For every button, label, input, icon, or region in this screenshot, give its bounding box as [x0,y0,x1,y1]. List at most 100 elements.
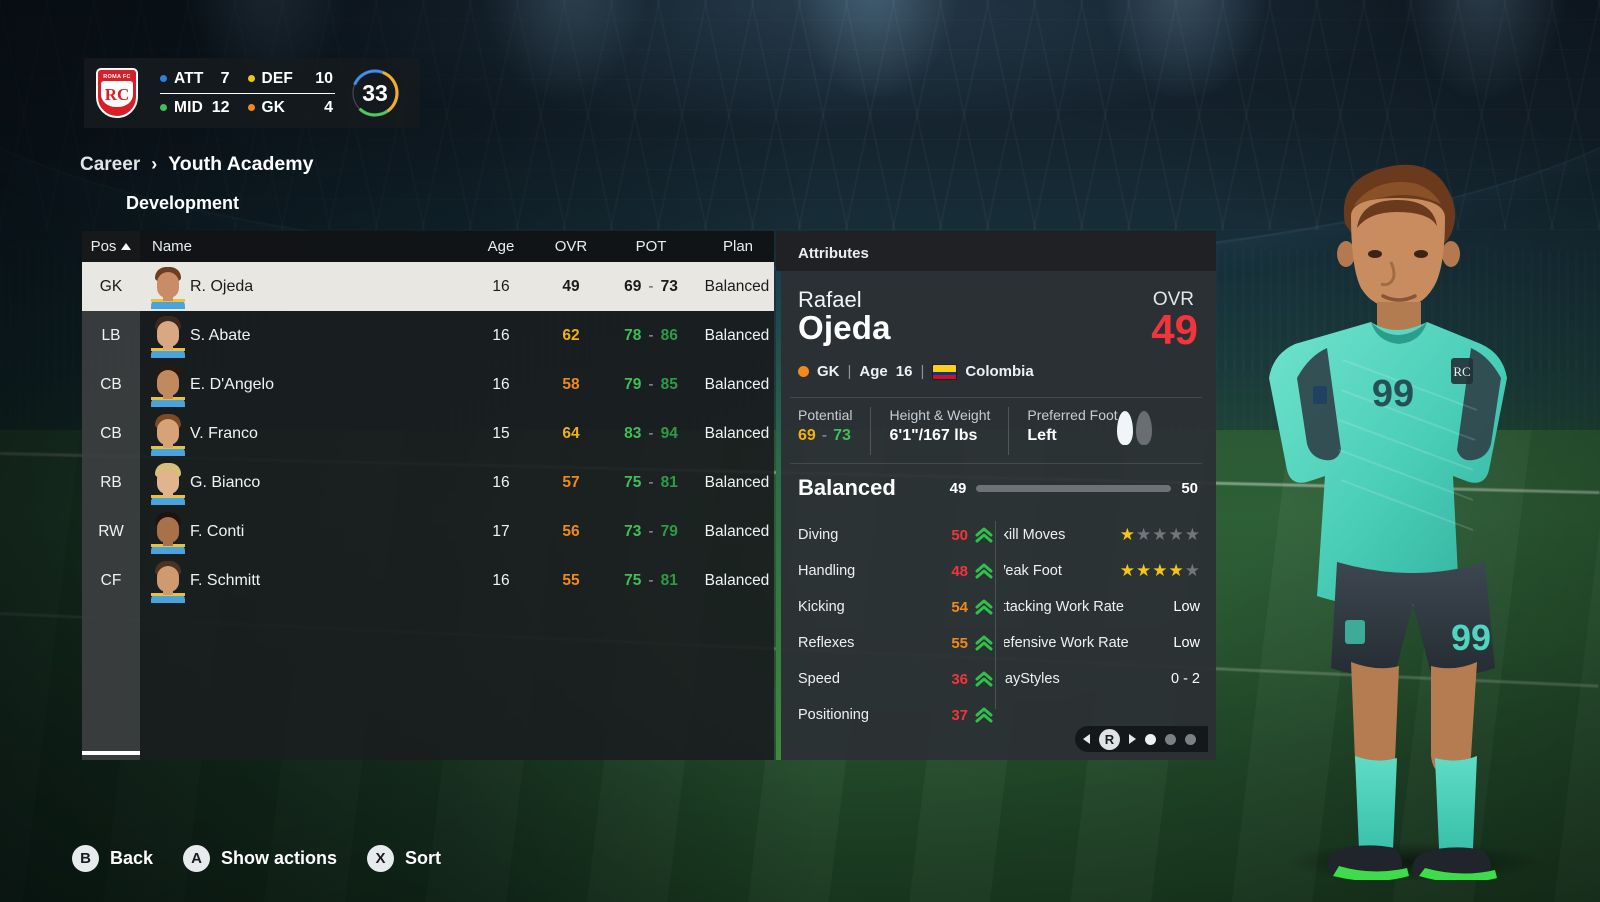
height-weight-label: Height & Weight [889,407,991,423]
panel-divider [790,463,1202,464]
table-row[interactable]: RW F. Conti 17 56 73-79 Balanced [82,507,774,556]
attribute-row: Reflexes 55 [798,625,994,661]
department-gk: GK 4 [247,95,336,121]
button-x-icon: X [367,845,395,872]
crest-club-name: ROMA FC [103,74,131,80]
star-rating: ★ ★ ★ ★ ★ [1120,561,1200,581]
potential-value: 69 - 73 [798,427,852,445]
panel-divider [790,397,1202,398]
player-info-row: Potential 69 - 73 Height & Weight 6'1"/1… [798,407,1198,455]
department-mid: MID 12 [160,95,248,121]
potential-low: 69 [624,277,642,295]
column-header-ovr[interactable]: OVR [542,231,600,262]
attribute-row: Defensive Work Rate Low [1004,625,1200,661]
player-meta-line: GK | Age 16 | Colombia [798,363,1034,380]
column-header-plan[interactable]: Plan [702,231,774,262]
star-icon: ★ [1136,525,1152,544]
cell-player-name: F. Conti [190,522,245,540]
column-header-pos[interactable]: Pos [82,231,140,262]
cell-position: CB [100,375,122,393]
breadcrumb-career[interactable]: Career [80,154,140,176]
cell-potential: 83-94 [610,409,692,458]
attribute-label: PlayStyles [1004,671,1060,687]
attribute-row: PlayStyles 0 - 2 [1004,661,1200,697]
svg-text:99: 99 [1372,373,1414,415]
button-a-icon: A [183,845,211,872]
plan-target-value: 50 [1181,479,1198,497]
potential-low: 83 [624,424,642,442]
trend-up-double-icon [968,526,994,544]
cell-age: 16 [492,375,510,393]
att-label: ATT [174,69,204,87]
potential-high: 86 [660,326,678,344]
player-position: GK [817,363,840,380]
attribute-label: Skill Moves [1004,527,1066,543]
table-row[interactable]: CB E. D'Angelo 16 58 79-85 Balanced [82,360,774,409]
player-age-label: Age [859,363,888,380]
attribute-value: 36 [951,670,968,688]
chevron-left-icon[interactable] [1083,734,1090,744]
table-row[interactable]: CF F. Schmitt 16 55 75-81 Balanced [82,556,774,605]
cell-age: 17 [492,522,510,540]
attribute-value: Low [1173,599,1200,615]
table-row[interactable]: GK R. Ojeda 16 49 69-73 Balanced [82,262,774,311]
cell-plan: Balanced [704,375,770,393]
cell-position: LB [101,326,121,344]
table-row[interactable]: CB V. Franco 15 64 83-94 Balanced [82,409,774,458]
meta-separator: | [920,363,925,380]
cell-age: 16 [492,473,510,491]
column-header-name[interactable]: Name [152,231,192,262]
development-plan-row[interactable]: Balanced 49 50 [798,473,1198,503]
attribute-label: Defensive Work Rate [1004,635,1129,651]
plan-current-value: 49 [949,479,967,497]
attributes-pager[interactable]: R [1075,726,1208,752]
action-sort[interactable]: X Sort [367,845,441,872]
svg-text:99: 99 [1451,617,1491,658]
column-header-pot[interactable]: POT [612,231,690,262]
player-ovr-value: 49 [1151,306,1198,353]
pager-dot[interactable] [1145,733,1156,745]
cell-player-name: V. Franco [190,424,258,442]
club-summary-bar: ROMA FC RC ATT 7 DEF 10 MID 12 GK 4 33 [84,58,420,128]
squad-rating-value: 33 [362,79,388,106]
potential-dash: - [648,326,654,344]
svg-text:RC: RC [1453,364,1470,379]
player-avatar [144,458,192,507]
crest-monogram: RC [101,81,133,107]
chevron-right-icon[interactable] [1129,734,1136,744]
cell-ovr: 64 [562,424,580,442]
cell-player-name: R. Ojeda [190,277,254,295]
attribute-row: Kicking 54 [798,589,994,625]
player-avatar [144,556,192,605]
def-dot-icon [247,75,255,82]
table-header-row: Pos Name Age OVR POT Plan [82,231,774,262]
mid-label: MID [174,98,204,116]
attribute-value: Low [1173,635,1200,651]
table-row[interactable]: LB S. Abate 16 62 78-86 Balanced [82,311,774,360]
pager-dot[interactable] [1185,733,1196,745]
trend-up-double-icon [968,634,994,652]
cell-position: GK [82,262,140,311]
action-back[interactable]: B Back [72,845,153,872]
potential-high: 94 [660,424,678,442]
cell-ovr: 49 [562,277,580,295]
player-avatar [144,507,192,556]
potential-low: 75 [624,571,642,589]
department-def: DEF 10 [247,66,336,92]
tab-development[interactable]: Development [126,193,239,214]
attribute-label: Handling [798,563,856,579]
att-value: 7 [220,69,230,87]
player-age-value: 16 [895,363,913,380]
attribute-row: Diving 50 [798,517,994,553]
attribute-value: 54 [951,598,968,616]
floodlight-icon [1400,0,1570,100]
action-show-actions[interactable]: A Show actions [183,845,337,872]
attribute-column-divider [995,521,996,709]
potential-low: 78 [624,326,642,344]
pager-dot[interactable] [1165,733,1176,745]
table-row[interactable]: RB G. Bianco 16 57 75-81 Balanced [82,458,774,507]
column-header-age[interactable]: Age [472,231,530,262]
potential-dash: - [648,277,654,295]
meta-separator: | [847,363,852,380]
player-3d-render: 99 RC 99 [1225,150,1595,883]
